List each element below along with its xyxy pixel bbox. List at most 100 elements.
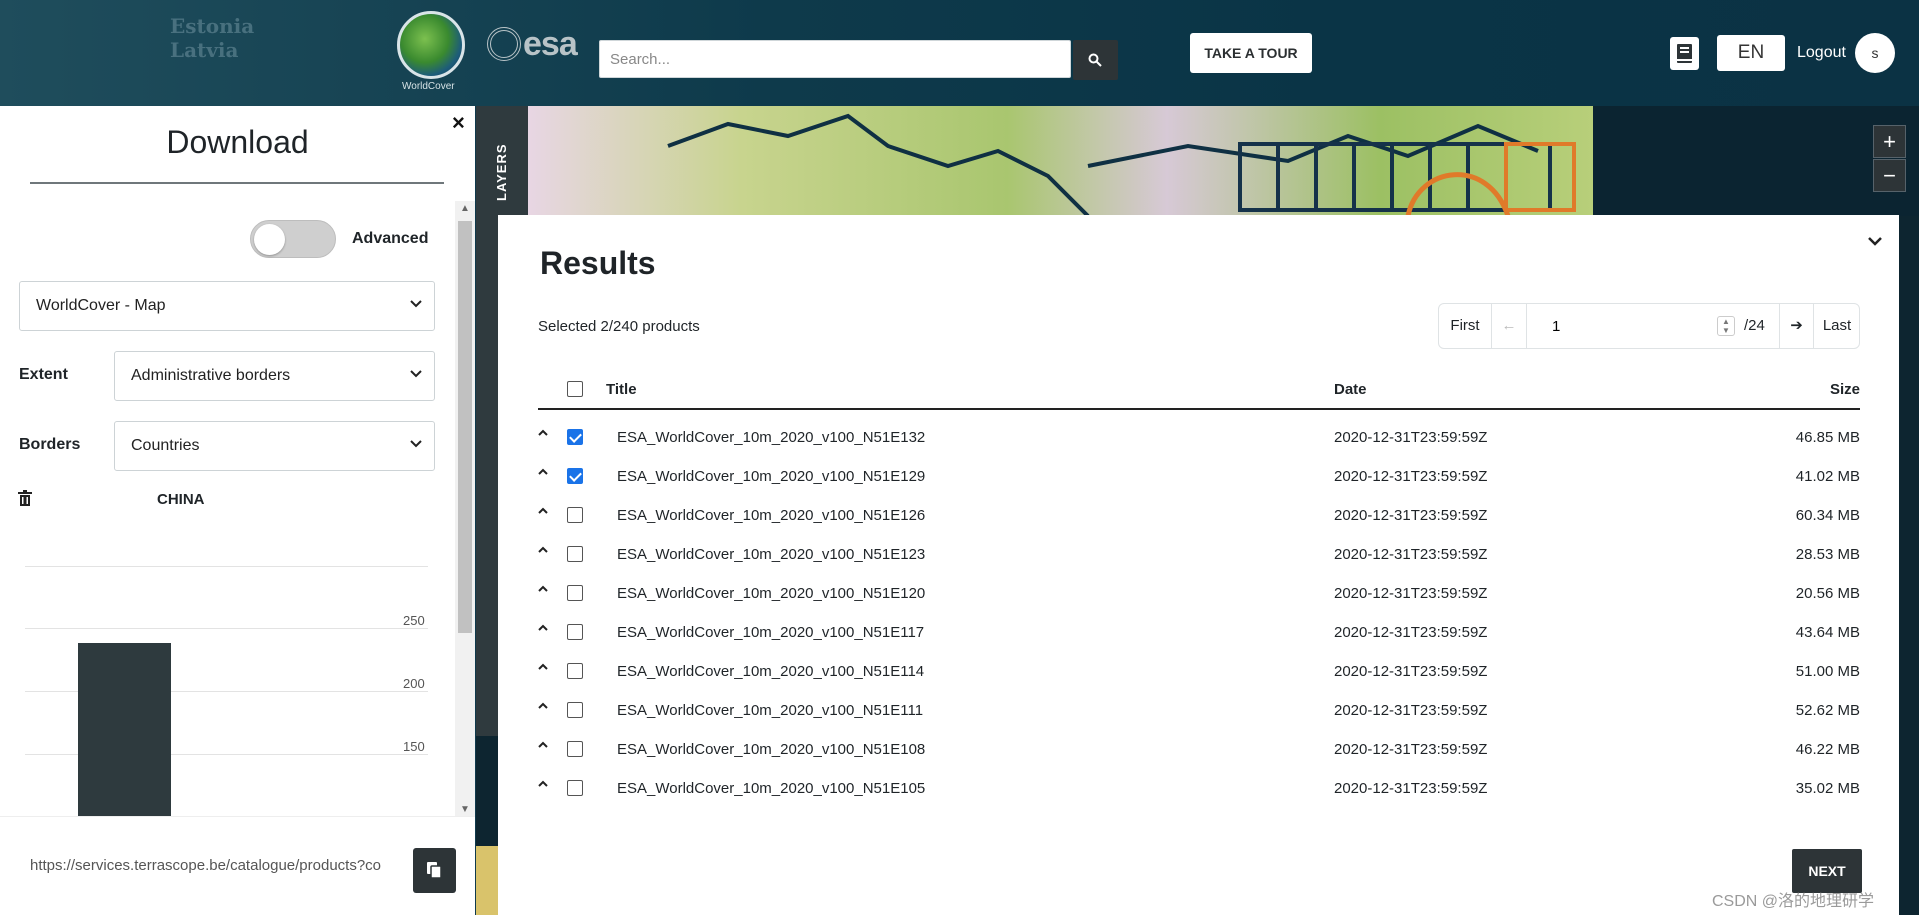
catalogue-url[interactable]: https://services.terrascope.be/catalogue… bbox=[30, 857, 402, 874]
zoom-in-button[interactable]: + bbox=[1873, 125, 1906, 158]
results-panel: Results Selected 2/240 products First ← … bbox=[498, 215, 1899, 915]
user-avatar[interactable]: s bbox=[1855, 33, 1895, 73]
results-title: Results bbox=[540, 245, 656, 281]
search-icon bbox=[1088, 53, 1102, 67]
table-row[interactable]: ESA_WorldCover_10m_2020_v100_N51E129 2020… bbox=[538, 457, 1860, 496]
row-date: 2020-12-31T23:59:59Z bbox=[1334, 663, 1488, 680]
logout-link[interactable]: Logout bbox=[1797, 44, 1846, 62]
advanced-label: Advanced bbox=[352, 230, 429, 247]
trash-icon[interactable] bbox=[18, 490, 32, 506]
row-size: 41.02 MB bbox=[1795, 468, 1860, 485]
row-checkbox[interactable] bbox=[567, 741, 583, 757]
table-row[interactable]: ESA_WorldCover_10m_2020_v100_N51E123 2020… bbox=[538, 535, 1860, 574]
row-date: 2020-12-31T23:59:59Z bbox=[1334, 546, 1488, 563]
chevron-up-icon[interactable] bbox=[538, 546, 548, 553]
row-date: 2020-12-31T23:59:59Z bbox=[1334, 741, 1488, 758]
chevron-up-icon[interactable] bbox=[538, 429, 548, 436]
chevron-up-icon[interactable] bbox=[538, 663, 548, 670]
panel-scrollbar[interactable]: ▲ ▼ bbox=[455, 201, 475, 817]
borders-select-value: Countries bbox=[131, 437, 200, 454]
chevron-down-icon bbox=[410, 370, 422, 378]
table-row[interactable]: ESA_WorldCover_10m_2020_v100_N51E120 2020… bbox=[538, 574, 1860, 613]
chevron-up-icon[interactable] bbox=[538, 585, 548, 592]
top-header: EstoniaLatvia WorldCover esa TAKE A TOUR… bbox=[0, 0, 1919, 106]
language-selector[interactable]: EN bbox=[1717, 35, 1785, 71]
last-page-button[interactable]: Last bbox=[1814, 304, 1860, 348]
chevron-up-icon[interactable] bbox=[538, 741, 548, 748]
table-row[interactable]: ESA_WorldCover_10m_2020_v100_N51E108 2020… bbox=[538, 730, 1860, 769]
layers-tab-label: LAYERS bbox=[494, 143, 509, 201]
product-select[interactable]: WorldCover - Map bbox=[19, 281, 435, 331]
row-checkbox[interactable] bbox=[567, 585, 583, 601]
first-page-button[interactable]: First bbox=[1439, 304, 1492, 348]
table-row[interactable]: ESA_WorldCover_10m_2020_v100_N51E105 2020… bbox=[538, 769, 1860, 808]
extent-label: Extent bbox=[19, 366, 68, 383]
row-checkbox[interactable] bbox=[567, 468, 583, 484]
chart-gridline bbox=[25, 566, 428, 567]
chevron-up-icon[interactable] bbox=[538, 702, 548, 709]
worldcover-logo[interactable] bbox=[397, 11, 465, 79]
esa-ring-icon bbox=[487, 27, 521, 61]
chevron-up-icon[interactable] bbox=[538, 507, 548, 514]
table-row[interactable]: ESA_WorldCover_10m_2020_v100_N51E117 2020… bbox=[538, 613, 1860, 652]
row-size: 43.64 MB bbox=[1795, 624, 1860, 641]
chevron-down-icon bbox=[410, 440, 422, 448]
table-row[interactable]: ESA_WorldCover_10m_2020_v100_N51E111 2020… bbox=[538, 691, 1860, 730]
scroll-down-icon[interactable]: ▼ bbox=[460, 804, 470, 815]
row-title: ESA_WorldCover_10m_2020_v100_N51E114 bbox=[617, 663, 925, 680]
table-row[interactable]: ESA_WorldCover_10m_2020_v100_N51E114 2020… bbox=[538, 652, 1860, 691]
map-tile-grid bbox=[667, 113, 1576, 216]
chevron-up-icon[interactable] bbox=[538, 780, 548, 787]
select-all-checkbox[interactable] bbox=[567, 381, 583, 397]
copy-url-button[interactable] bbox=[413, 848, 456, 893]
row-date: 2020-12-31T23:59:59Z bbox=[1334, 507, 1488, 524]
chevron-up-icon[interactable] bbox=[538, 624, 548, 631]
panel-title: Download bbox=[166, 124, 309, 160]
scroll-up-icon[interactable]: ▲ bbox=[460, 203, 470, 214]
search-button[interactable] bbox=[1073, 40, 1118, 80]
row-checkbox[interactable] bbox=[567, 663, 583, 679]
row-checkbox[interactable] bbox=[567, 624, 583, 640]
row-checkbox[interactable] bbox=[567, 507, 583, 523]
advanced-toggle[interactable] bbox=[250, 220, 336, 258]
area-chart: 250 200 150 bbox=[25, 546, 455, 816]
row-size: 28.53 MB bbox=[1795, 546, 1860, 563]
column-date[interactable]: Date bbox=[1334, 381, 1367, 398]
row-checkbox[interactable] bbox=[567, 780, 583, 796]
extent-select[interactable]: Administrative borders bbox=[114, 351, 435, 401]
row-title: ESA_WorldCover_10m_2020_v100_N51E105 bbox=[617, 780, 926, 797]
row-size: 51.00 MB bbox=[1795, 663, 1860, 680]
column-size[interactable]: Size bbox=[1830, 381, 1860, 398]
row-size: 52.62 MB bbox=[1795, 702, 1860, 719]
row-checkbox[interactable] bbox=[567, 429, 583, 445]
column-title[interactable]: Title bbox=[606, 381, 637, 398]
scrollbar-thumb[interactable] bbox=[458, 221, 472, 633]
page-stepper[interactable]: ▲ ▼ bbox=[1717, 316, 1735, 336]
arrow-right-icon[interactable]: ➔ bbox=[1779, 304, 1814, 348]
selected-country: CHINA bbox=[157, 491, 205, 508]
row-title: ESA_WorldCover_10m_2020_v100_N51E132 bbox=[617, 429, 926, 446]
copy-icon bbox=[427, 862, 441, 878]
manual-button[interactable] bbox=[1670, 37, 1699, 70]
selected-count: Selected 2/240 products bbox=[538, 318, 700, 335]
take-a-tour-button[interactable]: TAKE A TOUR bbox=[1190, 33, 1312, 73]
arrow-left-icon[interactable]: ← bbox=[1492, 304, 1527, 348]
download-panel: × Download Advanced WorldCover - Map Ext… bbox=[0, 106, 475, 915]
table-row[interactable]: ESA_WorldCover_10m_2020_v100_N51E132 2020… bbox=[538, 418, 1860, 457]
row-checkbox[interactable] bbox=[567, 546, 583, 562]
row-size: 20.56 MB bbox=[1795, 585, 1860, 602]
row-checkbox[interactable] bbox=[567, 702, 583, 718]
close-icon[interactable]: × bbox=[452, 110, 465, 136]
url-bar: https://services.terrascope.be/catalogue… bbox=[0, 816, 475, 915]
row-size: 46.85 MB bbox=[1795, 429, 1860, 446]
search-input[interactable] bbox=[599, 40, 1071, 78]
table-row[interactable]: ESA_WorldCover_10m_2020_v100_N51E126 2020… bbox=[538, 496, 1860, 535]
watermark: CSDN @洛的地理研学 bbox=[1712, 893, 1875, 910]
zoom-out-button[interactable]: − bbox=[1873, 159, 1906, 192]
y-tick-label: 250 bbox=[403, 613, 425, 628]
chevron-up-icon[interactable] bbox=[538, 468, 548, 475]
page-total: /24 bbox=[1744, 317, 1765, 334]
book-icon bbox=[1677, 44, 1692, 63]
borders-select[interactable]: Countries bbox=[114, 421, 435, 471]
chevron-down-icon[interactable] bbox=[1868, 237, 1882, 247]
